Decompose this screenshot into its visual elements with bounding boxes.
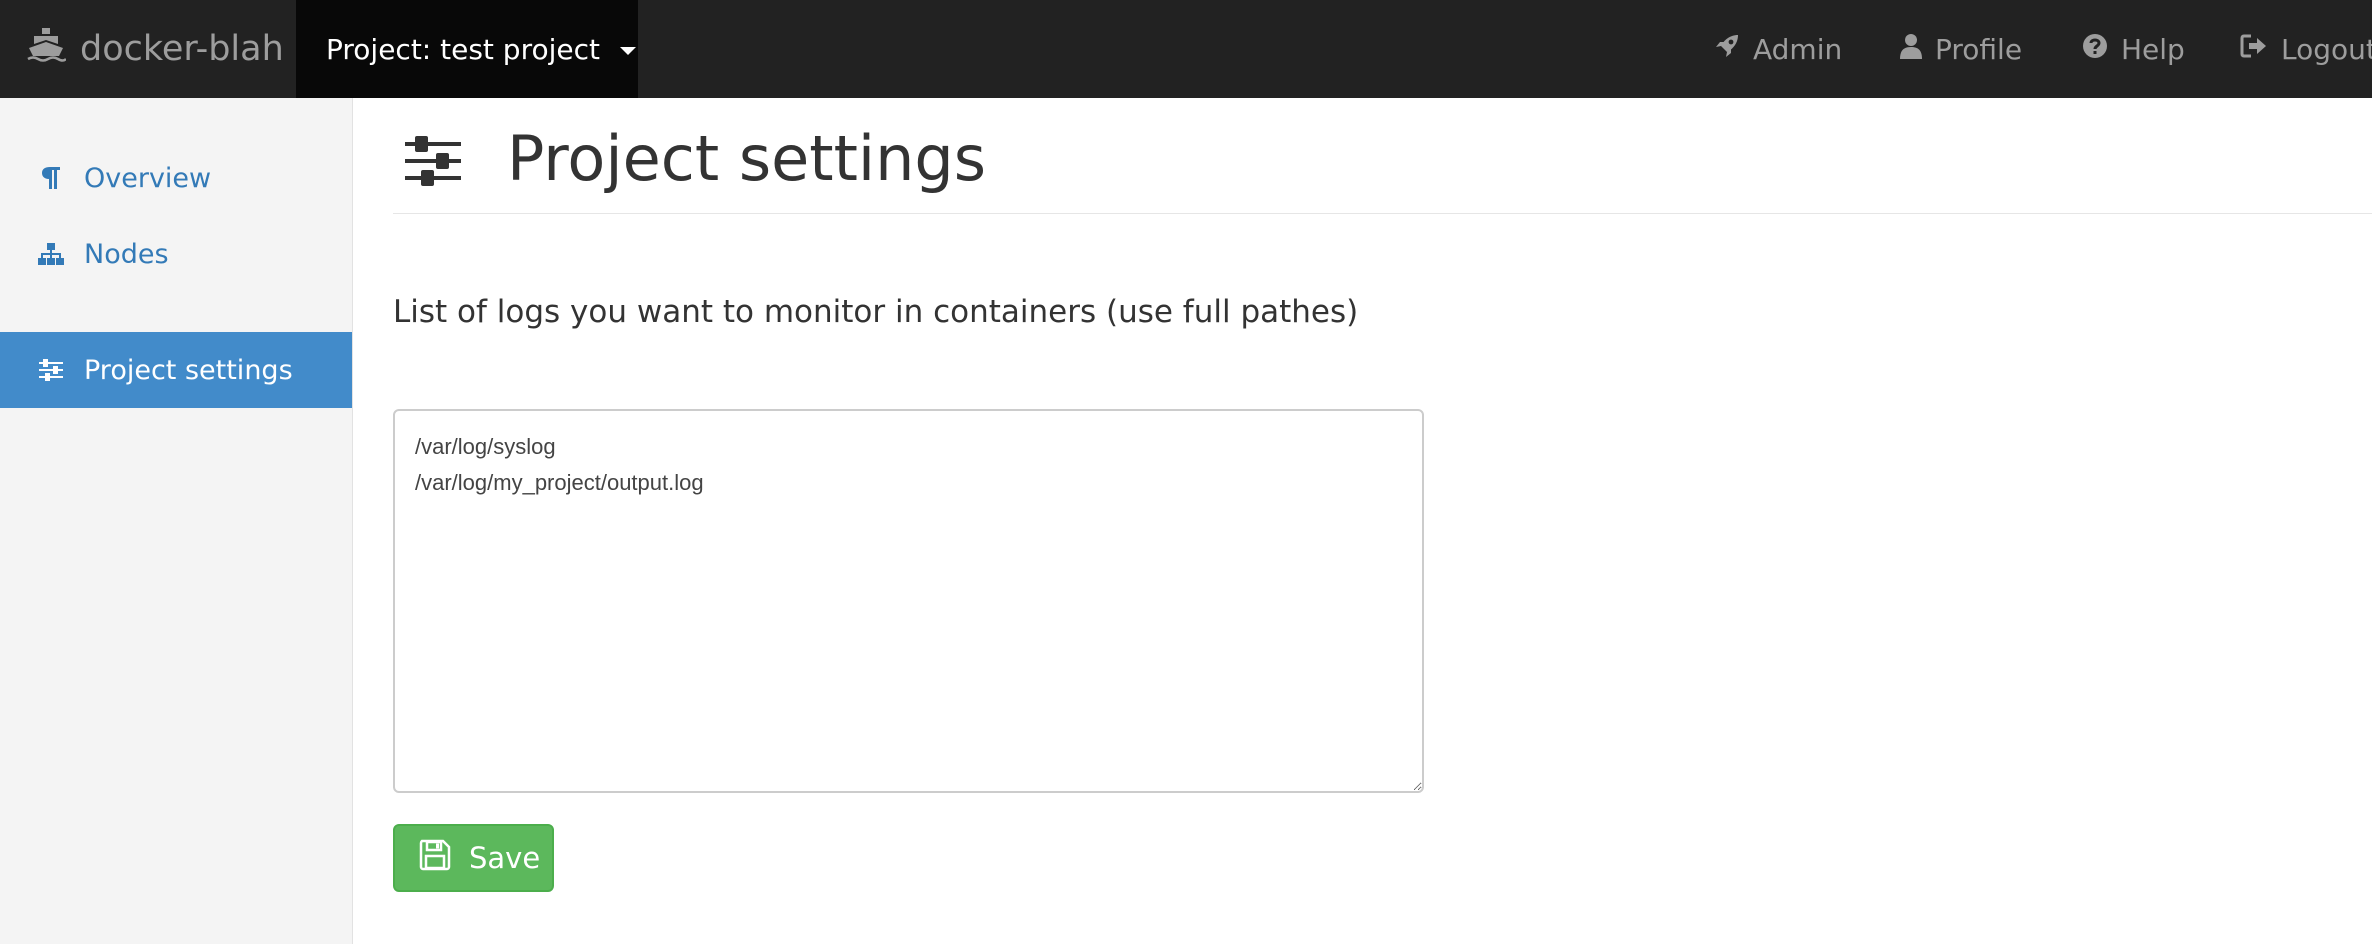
save-button-label: Save	[469, 841, 541, 875]
brand-link[interactable]: docker-blah	[0, 0, 296, 98]
sliders-icon	[38, 357, 64, 383]
user-icon	[1900, 33, 1935, 66]
ship-icon	[26, 26, 80, 73]
caret-down-icon	[619, 47, 636, 55]
page-header: Project settings	[393, 98, 2372, 214]
nav-logout-link[interactable]: Logout	[2240, 0, 2372, 98]
question-circle-icon	[2082, 33, 2121, 66]
sidebar-item-project-settings[interactable]: Project settings	[0, 332, 352, 408]
logs-field-label: List of logs you want to monitor in cont…	[393, 294, 1359, 330]
project-dropdown[interactable]: Project: test project	[296, 0, 638, 98]
nav-profile-label: Profile	[1935, 32, 2023, 66]
save-button[interactable]: Save	[393, 824, 554, 892]
project-dropdown-label: Project: test project	[326, 32, 600, 66]
paragraph-icon	[38, 165, 64, 191]
sidebar-item-overview[interactable]: Overview	[0, 140, 352, 216]
nav-logout-label: Logout	[2281, 32, 2372, 66]
logs-textarea[interactable]	[393, 409, 1424, 793]
sidebar-item-label: Project settings	[84, 354, 293, 386]
brand-name: docker-blah	[80, 29, 284, 69]
sliders-icon	[405, 136, 461, 190]
sidebar-item-label: Nodes	[84, 238, 169, 270]
sitemap-icon	[38, 241, 64, 267]
top-navbar: docker-blah Project: test project Admin …	[0, 0, 2372, 98]
rocket-icon	[1714, 33, 1753, 66]
nav-admin-label: Admin	[1753, 32, 1843, 66]
floppy-disk-icon	[419, 839, 469, 878]
sidebar-item-label: Overview	[84, 162, 212, 194]
nav-profile-link[interactable]: Profile	[1900, 0, 2022, 98]
nav-help-link[interactable]: Help	[2082, 0, 2185, 98]
sign-out-icon	[2240, 33, 2281, 66]
page-title: Project settings	[507, 122, 987, 195]
nav-admin-link[interactable]: Admin	[1714, 0, 1842, 98]
nav-help-label: Help	[2121, 32, 2185, 66]
sidebar-item-nodes[interactable]: Nodes	[0, 216, 352, 292]
